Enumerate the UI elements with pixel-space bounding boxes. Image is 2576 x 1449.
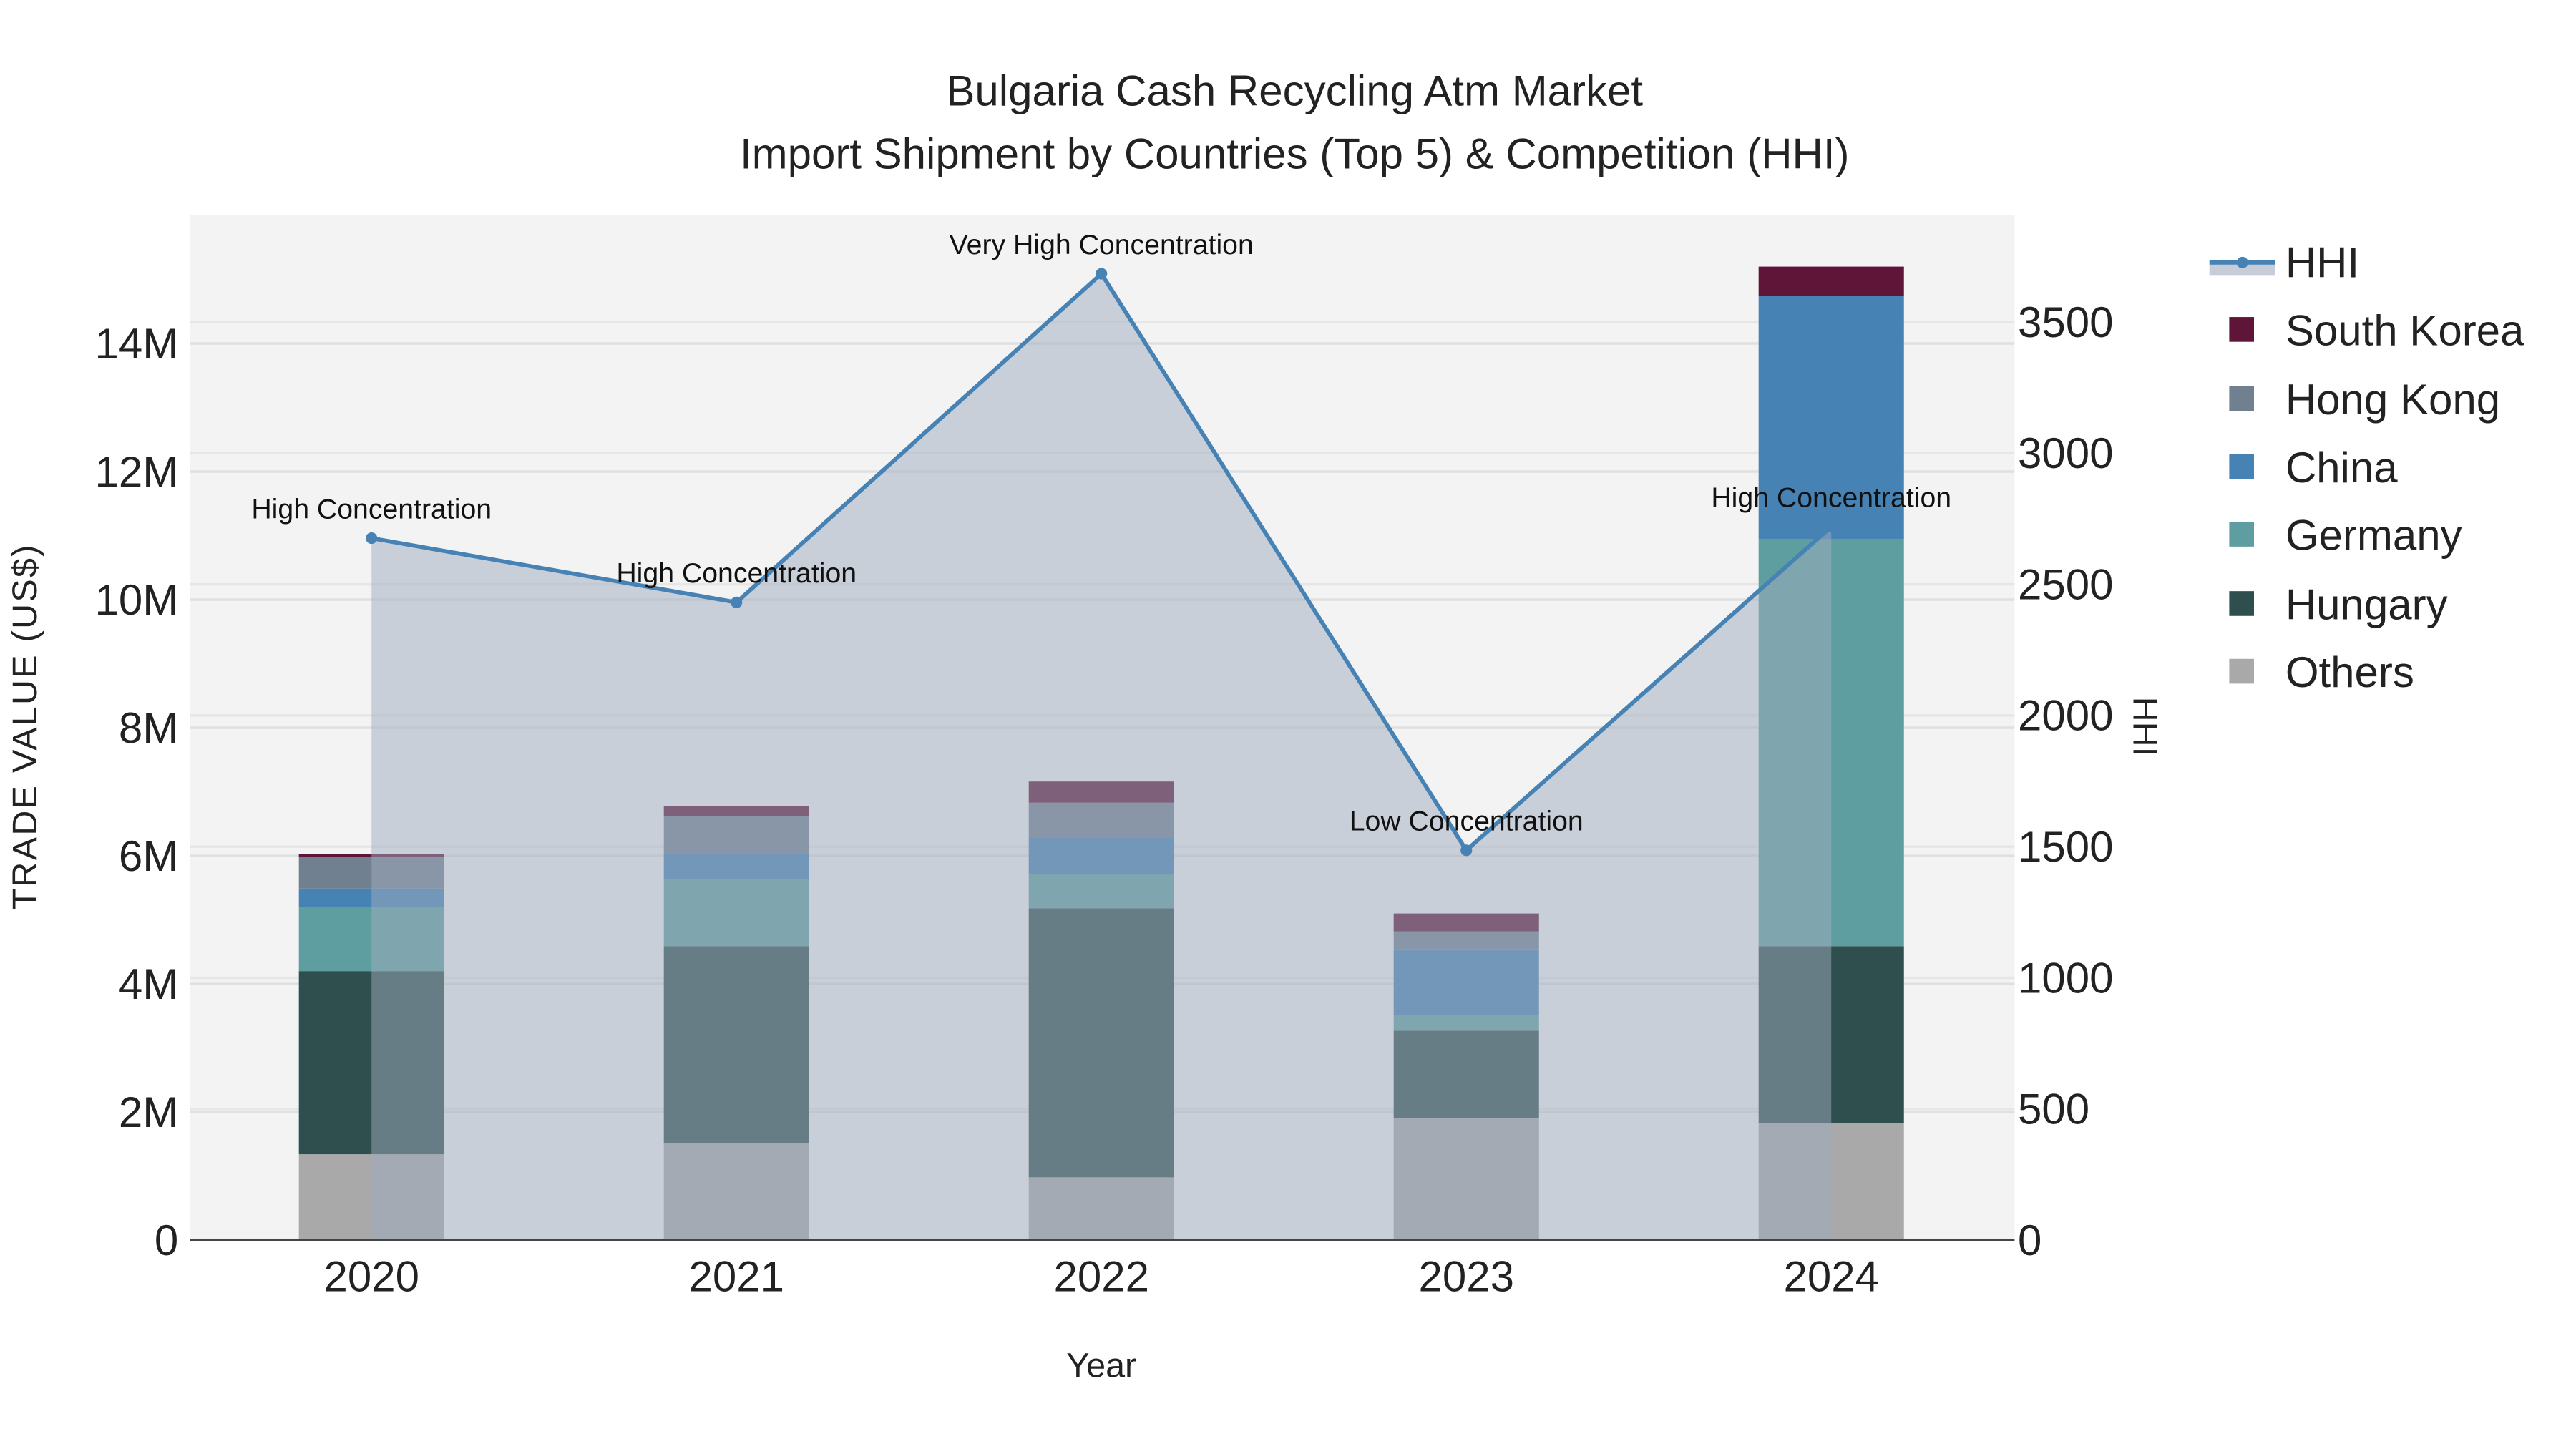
y-tick-label: 6M (119, 832, 178, 880)
hhi-point-2022[interactable] (1096, 268, 1108, 280)
legend-label: HHI (2285, 239, 2359, 287)
hhi-point-2023[interactable] (1460, 844, 1473, 857)
y2-tick-label: 3000 (2018, 429, 2113, 477)
legend-swatch (2229, 522, 2254, 547)
legend-swatch (2229, 386, 2254, 411)
y-tick-label: 4M (119, 960, 178, 1008)
legend-label: Germany (2285, 511, 2462, 559)
hhi-annotation: Very High Concentration (950, 229, 1254, 260)
x-tick-label: 2023 (1418, 1253, 1513, 1301)
x-tick-label: 2020 (323, 1253, 419, 1301)
y-tick-label: 2M (119, 1088, 178, 1136)
x-axis-title: Year (1066, 1347, 1136, 1385)
legend-label: China (2285, 444, 2398, 492)
x-tick-label: 2022 (1053, 1253, 1148, 1301)
x-tick-label: 2024 (1783, 1253, 1878, 1301)
y-tick-label: 10M (95, 576, 179, 624)
y-axis-title: TRADE VALUE (US$) (6, 543, 44, 909)
legend-item-hong-kong[interactable]: Hong Kong (2229, 376, 2500, 424)
y-tick-label: 8M (119, 704, 178, 752)
chart-subtitle: Import Shipment by Countries (Top 5) & C… (740, 130, 1850, 177)
legend-item-hhi[interactable]: HHI (2209, 239, 2359, 287)
y2-tick-label: 1000 (2018, 954, 2113, 1002)
legend-swatch (2229, 317, 2254, 342)
hhi-annotation: Low Concentration (1350, 806, 1584, 837)
y2-tick-label: 1500 (2018, 823, 2113, 871)
legend-swatch (2229, 658, 2254, 684)
hhi-point-2024[interactable] (1825, 520, 1838, 533)
y-tick-label: 14M (95, 320, 179, 368)
legend: HHI South Korea Hong Kong China Germany Hunga… (2209, 239, 2524, 696)
legend-label: Hong Kong (2285, 376, 2500, 424)
legend-item-germany[interactable]: Germany (2229, 511, 2462, 559)
hhi-point-2021[interactable] (731, 596, 743, 608)
y2-tick-label: 500 (2018, 1085, 2089, 1133)
y2-axis-title: HHI (2126, 697, 2165, 756)
legend-item-others[interactable]: Others (2229, 648, 2414, 696)
x-tick-label: 2021 (688, 1253, 784, 1301)
y-tick-label: 12M (95, 448, 179, 496)
hhi-trade-chart: Bulgaria Cash Recycling Atm Market Impor… (6, 67, 2524, 1385)
y2-tick-label: 2500 (2018, 560, 2113, 608)
y2-tick-label: 3500 (2018, 298, 2113, 346)
legend-label: Hungary (2285, 580, 2448, 628)
y2-tick-label: 2000 (2018, 692, 2113, 740)
legend-swatch (2229, 591, 2254, 616)
legend-item-south-korea[interactable]: South Korea (2229, 306, 2524, 354)
y-tick-label: 0 (155, 1216, 178, 1264)
y2-tick-label: 0 (2018, 1216, 2041, 1264)
hhi-annotation: High Concentration (251, 493, 492, 525)
hhi-annotation: High Concentration (1711, 482, 1951, 513)
legend-label: Others (2285, 648, 2414, 696)
hhi-point-2020[interactable] (366, 532, 378, 545)
legend-label: South Korea (2285, 306, 2524, 354)
bar-south-korea-2024[interactable]: South Korea 2024: 460000 (1758, 266, 1904, 296)
legend-item-china[interactable]: China (2229, 444, 2398, 492)
chart-title: Bulgaria Cash Recycling Atm Market (946, 67, 1643, 115)
legend-marker (2236, 256, 2248, 268)
hhi-annotation: High Concentration (616, 557, 857, 589)
legend-item-hungary[interactable]: Hungary (2229, 580, 2448, 628)
legend-swatch (2229, 454, 2254, 479)
